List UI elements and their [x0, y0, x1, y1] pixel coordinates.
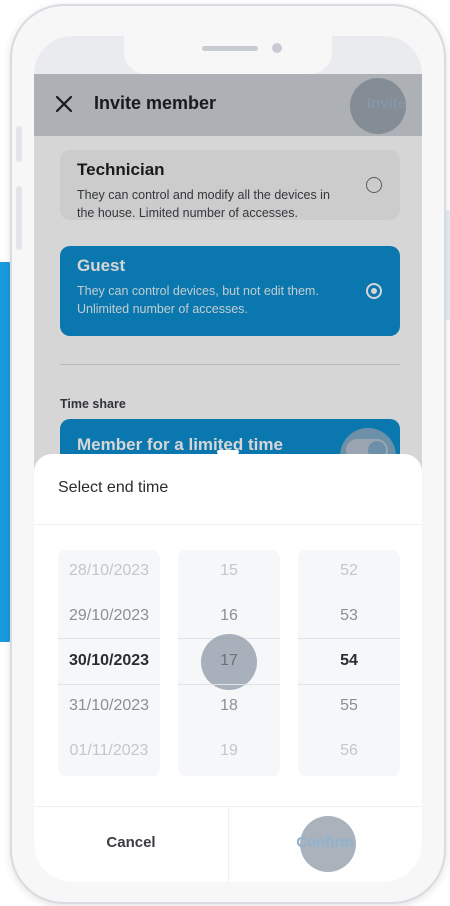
selection-line: [298, 684, 400, 685]
wheel-item[interactable]: 28/10/2023: [58, 562, 160, 580]
notch: [124, 36, 332, 74]
wheel-item[interactable]: 01/11/2023: [58, 742, 160, 760]
wheel-item[interactable]: 56: [298, 742, 400, 760]
wheel-item[interactable]: 52: [298, 562, 400, 580]
wheel-item[interactable]: 53: [298, 607, 400, 625]
sheet-handle: [217, 450, 239, 454]
selection-line: [178, 684, 280, 685]
wheel-item[interactable]: 29/10/2023: [58, 607, 160, 625]
wheel-item-selected[interactable]: 54: [298, 652, 400, 670]
selection-line: [58, 684, 160, 685]
confirm-button[interactable]: Confirm: [228, 834, 422, 851]
hour-wheel[interactable]: 15 16 17 18 19: [178, 550, 280, 776]
minute-wheel[interactable]: 52 53 54 55 56: [298, 550, 400, 776]
wheel-item-selected[interactable]: 17: [178, 652, 280, 670]
phone-frame: Invite member Invite Technician They can…: [10, 4, 446, 904]
speaker: [202, 46, 258, 51]
wheel-item-selected[interactable]: 30/10/2023: [58, 652, 160, 670]
camera: [272, 43, 282, 53]
wheel-item[interactable]: 16: [178, 607, 280, 625]
phone-button: [16, 126, 22, 162]
cancel-button[interactable]: Cancel: [34, 834, 228, 851]
wheel-item[interactable]: 15: [178, 562, 280, 580]
selection-line: [58, 638, 160, 639]
wheel-item[interactable]: 19: [178, 742, 280, 760]
date-wheel[interactable]: 28/10/2023 29/10/2023 30/10/2023 31/10/2…: [58, 550, 160, 776]
divider: [34, 524, 422, 525]
end-time-sheet: Select end time 28/10/2023 29/10/2023 30…: [34, 450, 422, 882]
screen: Invite member Invite Technician They can…: [34, 36, 422, 882]
sheet-title: Select end time: [58, 479, 169, 496]
wheel-item[interactable]: 18: [178, 697, 280, 715]
wheel-item[interactable]: 55: [298, 697, 400, 715]
wheel-item[interactable]: 31/10/2023: [58, 697, 160, 715]
selection-line: [298, 638, 400, 639]
phone-button: [16, 186, 22, 250]
